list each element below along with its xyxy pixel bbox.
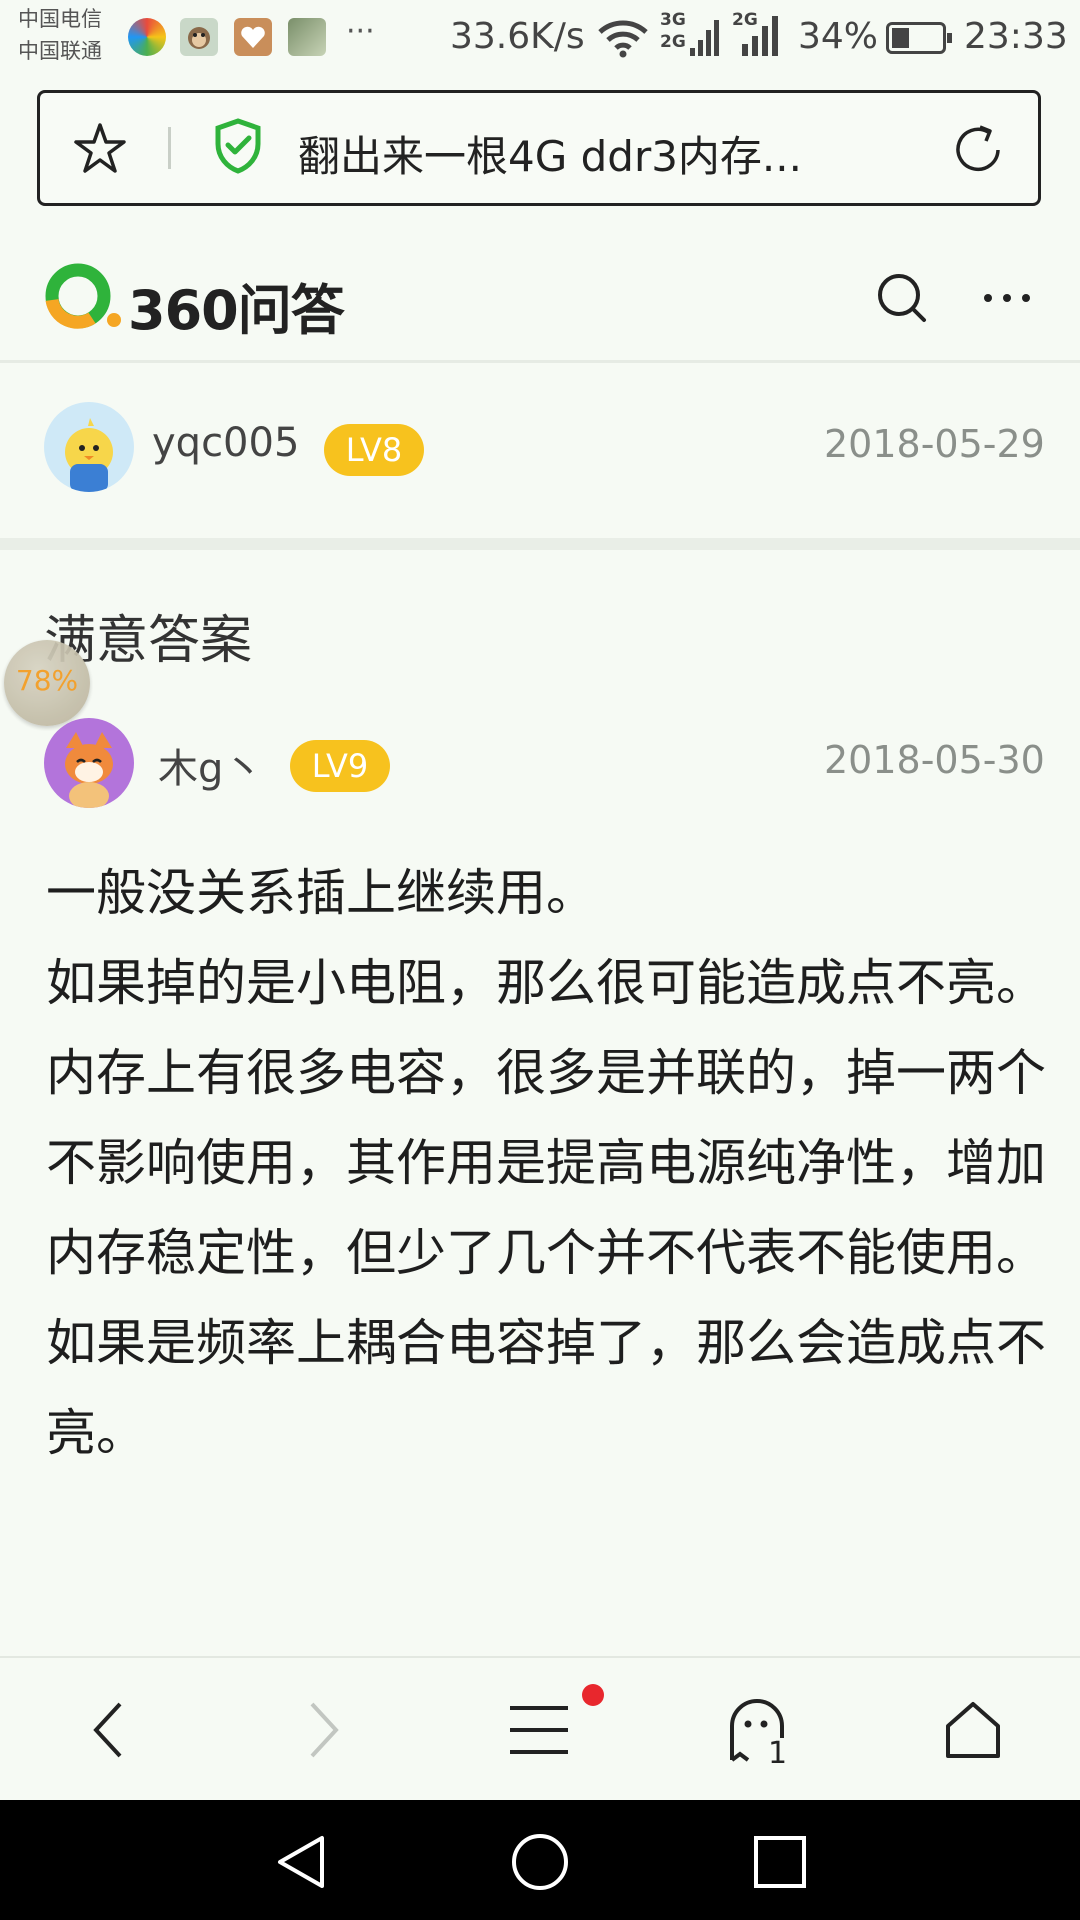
360-logo-icon: [45, 263, 121, 329]
page-title[interactable]: 翻出来一根4G ddr3内存...: [298, 123, 802, 184]
home-icon[interactable]: [944, 1700, 1002, 1760]
progress-badge-text: 78%: [15, 664, 79, 697]
carrier-label-1: 中国电信: [18, 7, 102, 31]
answer-user-name[interactable]: 木g丶: [158, 736, 263, 794]
answer-level-badge: LV9: [290, 740, 390, 792]
more-menu-icon[interactable]: [982, 290, 1032, 306]
site-logo-text: 360问答: [128, 279, 345, 342]
answer-paragraph: 如果掉的是小电阻，那么很可能造成点不亮。: [46, 954, 1046, 1012]
photo-app-icon: [288, 18, 326, 56]
menu-icon[interactable]: [508, 1702, 570, 1758]
system-back-icon[interactable]: [272, 1832, 328, 1892]
answer-paragraph: 一般没关系插上继续用。: [46, 864, 596, 922]
header-divider: [0, 360, 1080, 363]
network-type-top: 3G: [660, 10, 686, 30]
bookmark-star-icon[interactable]: [72, 121, 128, 177]
answer-paragraph: 内存上有很多电容，很多是并联的，掉一两个不影响使用，其作用是提高电源纯净性，增加…: [46, 1044, 1046, 1282]
level-badge: LV8: [324, 424, 424, 476]
section-divider: [0, 538, 1080, 550]
tab-count: 1: [768, 1736, 788, 1771]
avatar[interactable]: [44, 402, 134, 492]
refresh-icon[interactable]: [950, 121, 1008, 179]
heart-app-icon: [234, 18, 272, 56]
secure-shield-icon: [215, 118, 261, 174]
colorful-app-icon: [128, 18, 166, 56]
browser-toolbar: 1: [0, 1656, 1080, 1802]
question-user-name[interactable]: yqc005: [152, 420, 299, 466]
system-recents-icon[interactable]: [752, 1834, 808, 1890]
address-divider: [168, 127, 171, 169]
battery-percent: 34%: [798, 16, 879, 57]
signal-icon-2: [742, 16, 778, 56]
battery-icon: [886, 22, 952, 54]
clock: 23:33: [964, 16, 1068, 57]
notification-dot: [582, 1684, 604, 1706]
address-bar[interactable]: 翻出来一根4G ddr3内存...: [37, 90, 1041, 206]
site-header: 360问答: [0, 230, 1080, 360]
monkey-app-icon: [180, 18, 218, 56]
signal-icon: [690, 20, 719, 56]
answer-content: 一般没关系插上继续用。 如果掉的是小电阻，那么很可能造成点不亮。 内存上有很多电…: [46, 848, 1046, 1478]
answer-date: 2018-05-30: [824, 738, 1045, 782]
system-home-icon[interactable]: [510, 1832, 570, 1892]
network-type-bottom: 2G: [660, 32, 686, 52]
back-icon[interactable]: [88, 1700, 128, 1760]
answer-paragraph: 如果是频率上耦合电容掉了，那么会造成点不亮。: [46, 1314, 1046, 1462]
question-date: 2018-05-29: [824, 422, 1045, 466]
site-logo[interactable]: 360问答: [44, 260, 345, 342]
carrier-label-2: 中国联通: [18, 39, 102, 63]
answer-avatar[interactable]: [44, 718, 134, 808]
fox-avatar-icon: [65, 732, 113, 808]
search-icon[interactable]: [874, 270, 930, 326]
wifi-icon: [598, 20, 648, 58]
floating-progress-badge[interactable]: 78%: [4, 640, 90, 726]
system-navigation-bar: [0, 1800, 1080, 1920]
network-speed: 33.6K/s: [450, 16, 585, 57]
status-bar: 中国电信 中国联通 ··· 33.6K/s 3G 2G 2G 34% 23:33: [0, 0, 1080, 76]
forward-icon[interactable]: [304, 1700, 344, 1760]
more-notifications-icon: ···: [346, 14, 375, 49]
chick-avatar-icon: [65, 418, 113, 492]
